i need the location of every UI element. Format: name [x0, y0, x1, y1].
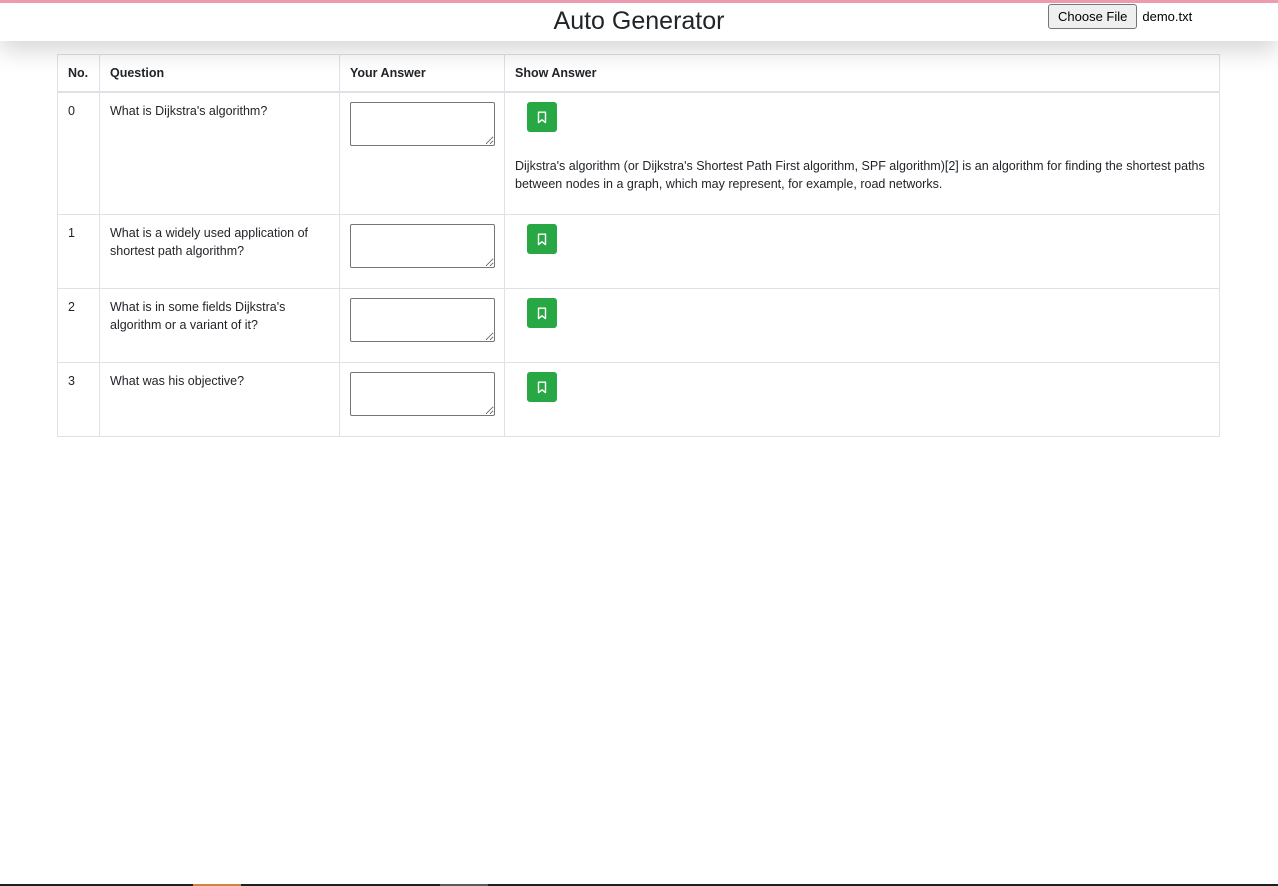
answer-cell [339, 214, 505, 289]
answer-cell [339, 91, 505, 215]
show-answer-cell [504, 362, 1220, 437]
row-number: 3 [57, 362, 100, 437]
row-number: 1 [57, 214, 100, 289]
show-answer-button[interactable] [527, 102, 557, 132]
choose-file-button[interactable]: Choose File [1048, 3, 1138, 29]
file-picker[interactable]: Choose File demo.txt [1048, 3, 1193, 29]
answer-cell [339, 288, 505, 363]
row-number: 0 [57, 91, 100, 215]
selected-file-name: demo.txt [1142, 8, 1193, 24]
show-answer-cell: Dijkstra's algorithm (or Dijkstra's Shor… [504, 91, 1220, 215]
answer-cell [339, 362, 505, 437]
row-number: 2 [57, 288, 100, 363]
table-row: 2 What is in some fields Dijkstra's algo… [57, 288, 1220, 363]
questions-table: No. Question Your Answer Show Answer 0 W… [57, 54, 1220, 437]
answer-input[interactable] [350, 224, 495, 268]
bookmark-icon [537, 381, 547, 393]
table-row: 0 What is Dijkstra's algorithm? Dijkstra… [57, 91, 1220, 215]
show-answer-button[interactable] [527, 224, 557, 254]
answer-input[interactable] [350, 372, 495, 416]
show-answer-button[interactable] [527, 298, 557, 328]
answer-input[interactable] [350, 102, 495, 146]
bookmark-icon [537, 111, 547, 123]
revealed-answer: Dijkstra's algorithm (or Dijkstra's Shor… [515, 159, 1205, 191]
bookmark-icon [537, 307, 547, 319]
column-header-question: Question [99, 54, 340, 93]
table-header-row: No. Question Your Answer Show Answer [57, 54, 1220, 93]
show-answer-button[interactable] [527, 372, 557, 402]
question-text: What is in some fields Dijkstra's algori… [99, 288, 340, 363]
question-text: What was his objective? [99, 362, 340, 437]
show-answer-cell [504, 214, 1220, 289]
show-answer-cell [504, 288, 1220, 363]
answer-input[interactable] [350, 298, 495, 342]
question-text: What is Dijkstra's algorithm? [99, 91, 340, 215]
header: Auto Generator Choose File demo.txt [0, 3, 1278, 41]
table-row: 3 What was his objective? [57, 362, 1220, 437]
column-header-show-answer: Show Answer [504, 54, 1220, 93]
questions-table-container: No. Question Your Answer Show Answer 0 W… [57, 54, 1220, 437]
bookmark-icon [537, 233, 547, 245]
table-row: 1 What is a widely used application of s… [57, 214, 1220, 289]
column-header-no: No. [57, 54, 100, 93]
question-text: What is a widely used application of sho… [99, 214, 340, 289]
column-header-your-answer: Your Answer [339, 54, 505, 93]
page: Auto Generator Choose File demo.txt No. … [0, 0, 1278, 886]
